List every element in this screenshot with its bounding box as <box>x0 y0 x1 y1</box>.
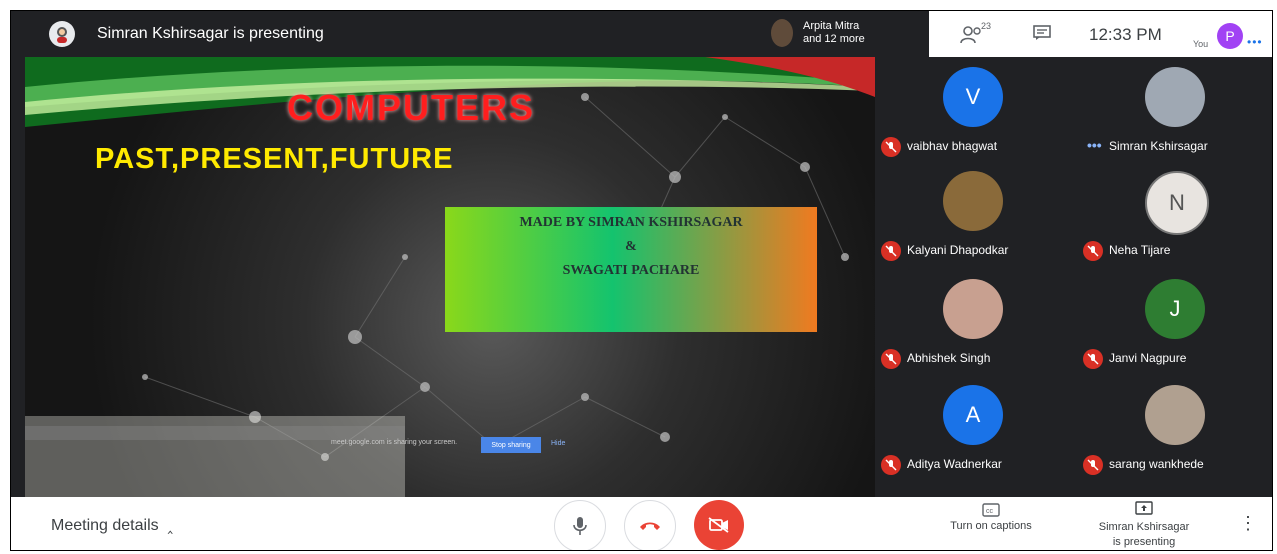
mic-off-icon <box>1083 455 1103 475</box>
mic-off-icon <box>881 349 901 369</box>
self-avatar[interactable]: P <box>1217 23 1243 49</box>
svg-text:cc: cc <box>986 508 994 515</box>
participant-avatar <box>1145 385 1205 445</box>
participant-tile[interactable]: Kalyani Dhapodkar <box>875 161 1071 269</box>
captions-icon: cc <box>982 503 1000 517</box>
participant-avatar: N <box>1145 171 1209 235</box>
present-now-button[interactable]: Simran Kshirsagar is presenting <box>1079 501 1209 550</box>
top-right-panel: 23 12:33 PM You P ••• <box>929 11 1272 57</box>
participant-name: Abhishek Singh <box>907 351 991 365</box>
participant-name: vaibhav bhagwat <box>907 139 998 153</box>
participant-avatar <box>1145 67 1205 127</box>
participant-tile[interactable]: ••• Simran Kshirsagar <box>1077 57 1272 165</box>
credit-box: MADE BY SIMRAN KSHIRSAGAR & SWAGATI PACH… <box>445 207 817 332</box>
participant-tile[interactable]: N Neha Tijare <box>1077 161 1272 269</box>
peer-name: Arpita Mitra <box>803 20 860 32</box>
participant-tile[interactable]: sarang wankhede <box>1077 375 1272 483</box>
participant-name: sarang wankhede <box>1109 457 1204 471</box>
participant-name: Kalyani Dhapodkar <box>907 243 1009 257</box>
slide-subtitle: PAST,PRESENT,FUTURE <box>95 143 454 175</box>
credit-line-3: SWAGATI PACHARE <box>562 263 700 278</box>
participant-name: Simran Kshirsagar <box>1109 139 1208 153</box>
present-line-1: Simran Kshirsagar <box>1098 521 1190 533</box>
participant-grid: Vvaibhav bhagwat ••• Simran Kshirsagar Kaly… <box>875 57 1272 497</box>
participant-avatar: A <box>943 385 1003 445</box>
credit-line-1: MADE BY SIMRAN KSHIRSAGAR <box>519 215 743 230</box>
meeting-details-label: Meeting details <box>51 517 159 534</box>
clock: 12:33 PM <box>1089 25 1162 44</box>
slide-title: COMPUTERS <box>287 87 536 128</box>
other-participants-chip[interactable]: Arpita Mitra and 12 more <box>771 19 865 47</box>
presenter-avatar-icon <box>57 27 67 43</box>
camera-off-button[interactable] <box>694 500 744 550</box>
mic-off-icon <box>1083 349 1103 369</box>
presenting-label: Simran Kshirsagar is presenting <box>97 25 324 42</box>
mic-off-icon <box>881 455 901 475</box>
participant-avatar <box>943 279 1003 339</box>
chat-icon[interactable] <box>1033 25 1051 41</box>
microphone-button[interactable] <box>554 500 606 550</box>
credit-line-2: & <box>625 239 637 254</box>
participant-avatar <box>943 171 1003 231</box>
meet-window: Simran Kshirsagar is presenting Arpita M… <box>10 10 1273 551</box>
participant-avatar: J <box>1145 279 1205 339</box>
more-options-dots-icon[interactable]: ••• <box>1247 35 1263 49</box>
participant-name: Aditya Wadnerkar <box>907 457 1002 471</box>
peer-text: Arpita Mitra and 12 more <box>803 20 865 46</box>
participant-name: Neha Tijare <box>1109 243 1171 257</box>
participant-name: Janvi Nagpure <box>1109 351 1187 365</box>
peer-more: and 12 more <box>803 33 865 45</box>
participant-avatar: V <box>943 67 1003 127</box>
participant-tile[interactable]: Vvaibhav bhagwat <box>875 57 1071 165</box>
microphone-icon <box>573 517 587 535</box>
participant-tile[interactable]: A Aditya Wadnerkar <box>875 375 1071 483</box>
top-bar: Simran Kshirsagar is presenting Arpita M… <box>11 11 1272 57</box>
you-label: You <box>1193 39 1209 49</box>
more-options-icon[interactable]: ⋮ <box>1239 513 1257 534</box>
participant-tile[interactable]: J Janvi Nagpure <box>1077 269 1272 377</box>
meeting-details-button[interactable]: Meeting details ‸ <box>51 515 173 535</box>
leave-call-button[interactable] <box>624 500 676 550</box>
speaking-indicator-icon: ••• <box>1087 137 1102 153</box>
mic-off-icon <box>881 137 901 157</box>
present-screen-icon <box>1135 501 1153 515</box>
end-call-icon <box>640 522 660 530</box>
bottom-bar: Meeting details ‸ cc Turn on captions Si… <box>11 497 1272 550</box>
reflection-bar <box>25 426 405 440</box>
mic-off-icon <box>1083 241 1103 261</box>
peer-avatar <box>771 19 793 47</box>
present-line-2: is presenting <box>1112 536 1176 548</box>
participant-tile[interactable]: Abhishek Singh <box>875 269 1071 377</box>
chevron-up-icon: ‸ <box>163 517 173 534</box>
stop-sharing-button[interactable]: Stop sharing <box>481 437 541 453</box>
captions-label: Turn on captions <box>950 520 1032 532</box>
hide-button[interactable]: Hide <box>551 440 565 447</box>
people-count: 23 <box>981 21 992 31</box>
captions-button[interactable]: cc Turn on captions <box>931 503 1051 532</box>
sharing-notice: meet.google.com is sharing your screen. <box>331 439 458 446</box>
mic-off-icon <box>881 241 901 261</box>
presenter-avatar <box>49 21 75 47</box>
camera-off-icon <box>708 517 729 533</box>
